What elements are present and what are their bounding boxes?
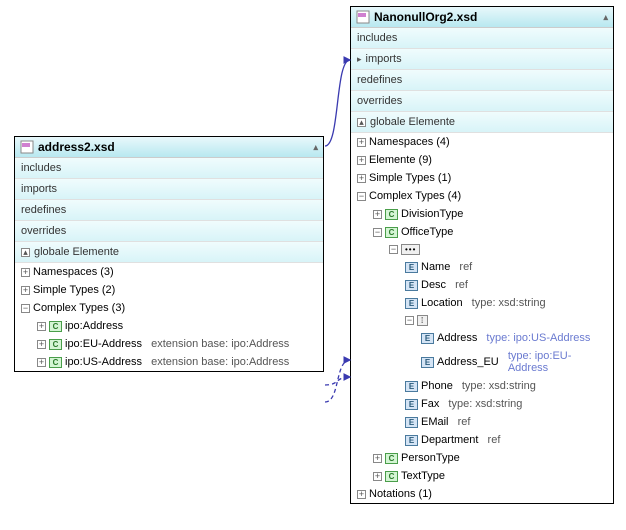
- element-icon: E: [405, 262, 418, 273]
- section-globale[interactable]: ▴globale Elemente: [351, 112, 613, 133]
- collapse-toggle-icon[interactable]: −: [405, 316, 414, 325]
- collapse-icon[interactable]: ▴: [313, 142, 318, 153]
- row-choice[interactable]: −⁞: [351, 312, 613, 329]
- collapse-toggle-icon[interactable]: −: [357, 192, 366, 201]
- expand-toggle-icon[interactable]: +: [357, 156, 366, 165]
- section-includes[interactable]: includes: [351, 28, 613, 49]
- section-overrides[interactable]: overrides: [15, 221, 323, 242]
- sequence-icon: •••: [401, 244, 420, 255]
- row-notations[interactable]: +Notations (1): [351, 485, 613, 503]
- section-imports[interactable]: imports: [15, 179, 323, 200]
- row-el-department[interactable]: EDepartment ref: [351, 431, 613, 449]
- row-simple-types[interactable]: +Simple Types (1): [351, 169, 613, 187]
- row-office-type[interactable]: −COfficeType: [351, 223, 613, 241]
- section-globale[interactable]: ▴ globale Elemente: [15, 242, 323, 263]
- collapse-toggle-icon[interactable]: −: [373, 228, 382, 237]
- collapse-toggle-icon[interactable]: −: [21, 304, 30, 313]
- complex-type-icon: C: [385, 453, 398, 464]
- expand-toggle-icon[interactable]: +: [357, 490, 366, 499]
- panel-header-nanonull[interactable]: NanonullOrg2.xsd ▴: [351, 7, 613, 28]
- element-icon: E: [405, 435, 418, 446]
- expand-toggle-icon[interactable]: +: [373, 454, 382, 463]
- element-icon: E: [405, 298, 418, 309]
- element-icon: E: [405, 417, 418, 428]
- xsd-file-icon: [20, 140, 34, 154]
- complex-type-icon: C: [49, 357, 62, 368]
- section-redefines[interactable]: redefines: [351, 70, 613, 91]
- complex-type-icon: C: [49, 321, 62, 332]
- row-ct-ipo-eu-address[interactable]: +Cipo:EU-Address extension base: ipo:Add…: [15, 335, 323, 353]
- expand-toggle-icon[interactable]: +: [37, 358, 46, 367]
- element-icon: E: [405, 399, 418, 410]
- row-el-address[interactable]: EAddress type: ipo:US-Address: [351, 329, 613, 347]
- element-icon: E: [405, 381, 418, 392]
- row-sequence[interactable]: −•••: [351, 241, 613, 258]
- element-icon: E: [405, 280, 418, 291]
- row-el-desc[interactable]: EDesc ref: [351, 276, 613, 294]
- panel-nanonull: NanonullOrg2.xsd ▴ includes ▸imports red…: [350, 6, 614, 504]
- row-namespaces[interactable]: +Namespaces (3): [15, 263, 323, 281]
- row-namespaces[interactable]: +Namespaces (4): [351, 133, 613, 151]
- complex-type-icon: C: [385, 227, 398, 238]
- row-el-phone[interactable]: EPhone type: xsd:string: [351, 377, 613, 395]
- row-ct-ipo-address[interactable]: +Cipo:Address: [15, 317, 323, 335]
- element-icon: E: [421, 357, 434, 368]
- panel-address2: address2.xsd ▴ includes imports redefine…: [14, 136, 324, 372]
- expand-toggle-icon[interactable]: +: [37, 340, 46, 349]
- expand-toggle-icon[interactable]: +: [373, 472, 382, 481]
- section-imports[interactable]: ▸imports: [351, 49, 613, 70]
- row-complex-types[interactable]: −Complex Types (4): [351, 187, 613, 205]
- row-complex-types[interactable]: −Complex Types (3): [15, 299, 323, 317]
- collapse-icon[interactable]: ▴: [603, 12, 608, 23]
- row-el-name[interactable]: EName ref: [351, 258, 613, 276]
- collapse-toggle-icon[interactable]: −: [389, 245, 398, 254]
- row-division-type[interactable]: +CDivisionType: [351, 205, 613, 223]
- row-el-fax[interactable]: EFax type: xsd:string: [351, 395, 613, 413]
- row-el-address-eu[interactable]: EAddress_EU type: ipo:EU-Address: [351, 347, 613, 377]
- row-text-type[interactable]: +CTextType: [351, 467, 613, 485]
- expand-toggle-icon[interactable]: +: [21, 268, 30, 277]
- panel-title: NanonullOrg2.xsd: [374, 10, 477, 24]
- panel-title: address2.xsd: [38, 140, 115, 154]
- expand-toggle-icon[interactable]: +: [357, 138, 366, 147]
- row-person-type[interactable]: +CPersonType: [351, 449, 613, 467]
- complex-type-icon: C: [385, 209, 398, 220]
- collapse-toggle-icon[interactable]: ▴: [357, 118, 366, 127]
- element-icon: E: [421, 333, 434, 344]
- section-redefines[interactable]: redefines: [15, 200, 323, 221]
- complex-type-icon: C: [385, 471, 398, 482]
- row-el-location[interactable]: ELocation type: xsd:string: [351, 294, 613, 312]
- arrow-marker-icon: ▸: [357, 54, 362, 65]
- expand-toggle-icon[interactable]: +: [21, 286, 30, 295]
- expand-toggle-icon[interactable]: +: [373, 210, 382, 219]
- xsd-file-icon: [356, 10, 370, 24]
- section-overrides[interactable]: overrides: [351, 91, 613, 112]
- panel-header-address2[interactable]: address2.xsd ▴: [15, 137, 323, 158]
- expand-toggle-icon[interactable]: +: [357, 174, 366, 183]
- section-includes[interactable]: includes: [15, 158, 323, 179]
- collapse-toggle-icon[interactable]: ▴: [21, 248, 30, 257]
- expand-toggle-icon[interactable]: +: [37, 322, 46, 331]
- row-ct-ipo-us-address[interactable]: +Cipo:US-Address extension base: ipo:Add…: [15, 353, 323, 371]
- complex-type-icon: C: [49, 339, 62, 350]
- choice-icon: ⁞: [417, 315, 428, 326]
- row-simple-types[interactable]: +Simple Types (2): [15, 281, 323, 299]
- row-elemente[interactable]: +Elemente (9): [351, 151, 613, 169]
- row-el-email[interactable]: EEMail ref: [351, 413, 613, 431]
